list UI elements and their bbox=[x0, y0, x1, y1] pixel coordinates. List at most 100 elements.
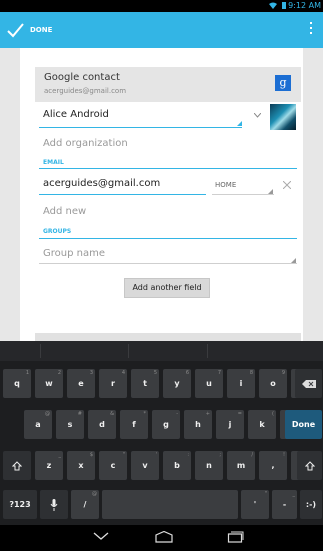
key-label: k bbox=[259, 420, 265, 429]
key-label: q bbox=[14, 379, 20, 388]
key-n[interactable]: n; bbox=[195, 451, 223, 480]
name-field-underline bbox=[39, 127, 242, 128]
key-b[interactable]: b: bbox=[163, 451, 191, 480]
key-label: ?123 bbox=[9, 500, 31, 509]
key-hint: - bbox=[176, 411, 178, 417]
next-account-card bbox=[35, 333, 301, 341]
action-bar: DONE bbox=[0, 12, 323, 48]
back-icon[interactable] bbox=[93, 531, 109, 541]
name-field-corner bbox=[237, 121, 242, 126]
key-label: a bbox=[35, 420, 41, 429]
key-label: f bbox=[132, 420, 136, 429]
key-label: c bbox=[110, 461, 116, 470]
key-j[interactable]: j = bbox=[216, 410, 244, 439]
symbols-key[interactable]: ?123 bbox=[3, 490, 37, 519]
key-hint: $ bbox=[89, 452, 93, 458]
key-s[interactable]: s # bbox=[56, 410, 84, 439]
key-comma[interactable]: ,! bbox=[259, 451, 287, 480]
key-label: o bbox=[270, 379, 276, 388]
done-key[interactable]: Done bbox=[285, 410, 322, 439]
dash-key[interactable]: - _ bbox=[272, 490, 297, 519]
key-label: d bbox=[99, 420, 105, 429]
done-button[interactable]: DONE bbox=[5, 16, 65, 44]
overflow-menu-icon[interactable] bbox=[309, 22, 313, 38]
key-t[interactable]: t5 bbox=[131, 369, 159, 398]
add-another-field-button[interactable]: Add another field bbox=[124, 278, 210, 298]
email-type-spinner[interactable]: HOME bbox=[215, 181, 236, 189]
contact-photo[interactable] bbox=[270, 104, 296, 130]
key-y[interactable]: y6 bbox=[163, 369, 191, 398]
name-field[interactable]: Alice Android bbox=[43, 109, 109, 120]
slash-key[interactable]: / @ bbox=[71, 490, 99, 519]
add-new-email[interactable]: Add new bbox=[43, 206, 86, 217]
key-w[interactable]: w2 bbox=[35, 369, 63, 398]
backspace-key[interactable] bbox=[295, 369, 322, 398]
spinner-arrow-icon bbox=[268, 189, 273, 194]
key-hint: 8 bbox=[249, 370, 253, 376]
key-label: ' bbox=[253, 500, 257, 509]
key-i[interactable]: i8 bbox=[227, 369, 255, 398]
microphone-key[interactable] bbox=[40, 490, 68, 519]
shift-key[interactable] bbox=[3, 451, 31, 480]
shift-key-right[interactable] bbox=[297, 451, 322, 480]
organization-field[interactable]: Add organization bbox=[43, 138, 128, 149]
key-h[interactable]: h + bbox=[184, 410, 212, 439]
key-x[interactable]: x $ bbox=[67, 451, 95, 480]
key-hint: _ bbox=[58, 452, 62, 458]
space-key[interactable] bbox=[102, 490, 238, 519]
home-icon[interactable] bbox=[155, 531, 173, 543]
backspace-icon bbox=[301, 379, 316, 388]
key-m[interactable]: m / bbox=[227, 451, 255, 480]
key-hint: ( bbox=[272, 411, 274, 417]
key-hint: " bbox=[264, 491, 267, 497]
key-o[interactable]: o9 bbox=[259, 369, 287, 398]
key-e[interactable]: e3 bbox=[67, 369, 95, 398]
recent-apps-icon[interactable] bbox=[226, 531, 244, 543]
key-label: m bbox=[236, 461, 246, 470]
key-d[interactable]: d & bbox=[88, 410, 116, 439]
close-icon[interactable] bbox=[283, 181, 291, 189]
email-field[interactable]: acerguides@gmail.com bbox=[43, 178, 160, 189]
key-label: n bbox=[206, 461, 212, 470]
key-c[interactable]: c " bbox=[99, 451, 127, 480]
key-u[interactable]: u7 bbox=[195, 369, 223, 398]
key-hint: * bbox=[143, 411, 147, 417]
chevron-down-icon[interactable] bbox=[254, 113, 261, 118]
key-q[interactable]: q1 bbox=[3, 369, 31, 398]
suggestion-strip bbox=[0, 341, 323, 361]
key-k[interactable]: k( bbox=[248, 410, 276, 439]
key-hint: 3 bbox=[89, 370, 93, 376]
groups-section-label: GROUPS bbox=[43, 228, 72, 235]
key-label: j bbox=[228, 420, 232, 429]
key-hint: 2 bbox=[57, 370, 61, 376]
email-section-label: EMAIL bbox=[43, 159, 64, 166]
shift-icon bbox=[12, 460, 22, 470]
checkmark-icon bbox=[7, 23, 24, 38]
key-label: - bbox=[282, 500, 287, 509]
key-label: x bbox=[78, 461, 84, 470]
key-hint: @ bbox=[45, 411, 50, 417]
key-hint: + bbox=[205, 411, 210, 417]
key-hint: " bbox=[122, 452, 125, 458]
key-f[interactable]: f * bbox=[120, 410, 148, 439]
key-v[interactable]: v ' bbox=[131, 451, 159, 480]
account-name: Google contact bbox=[44, 72, 120, 83]
key-label: v bbox=[142, 461, 148, 470]
group-name-field[interactable]: Group name bbox=[43, 248, 105, 259]
key-label: i bbox=[239, 379, 243, 388]
key-g[interactable]: g- bbox=[152, 410, 180, 439]
wifi-icon bbox=[269, 2, 277, 9]
key-label: / bbox=[83, 500, 87, 509]
key-z[interactable]: z _ bbox=[35, 451, 63, 480]
key-a[interactable]: a @ bbox=[24, 410, 52, 439]
key-label: s bbox=[67, 420, 73, 429]
key-label: , bbox=[271, 461, 275, 470]
done-label: DONE bbox=[30, 26, 53, 34]
key-r[interactable]: r4 bbox=[99, 369, 127, 398]
key-hint: 4 bbox=[121, 370, 125, 376]
email-section-divider bbox=[39, 168, 297, 169]
smiley-key[interactable]: :-) bbox=[300, 490, 322, 519]
apostrophe-key[interactable]: ' " bbox=[241, 490, 269, 519]
google-plus-icon: g bbox=[275, 75, 291, 91]
microphone-icon bbox=[50, 498, 58, 511]
